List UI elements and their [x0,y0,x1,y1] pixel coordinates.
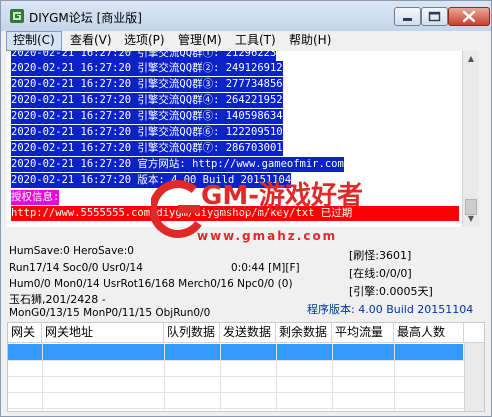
gateway-table[interactable]: 网关 网关地址 队列数据 发送数据 剩余数据 平均流量 最高人数 [7,322,485,412]
menu-manage[interactable]: 管理(M) [172,31,228,51]
status-panel: HumSave:0 HeroSave:0 Run17/14 Soc0/0 Usr… [9,245,485,319]
column-header-max-users[interactable]: 最高人数 [394,323,464,343]
log-line: 2020-02-21 16:27:20 引擎交流QQ群②: 249126912 [11,61,283,76]
column-header-queue[interactable]: 队列数据 [164,323,220,343]
monster-status: 玉石狮,201/2428 - [9,293,106,306]
grid-line [8,376,464,377]
table-header: 网关 网关地址 队列数据 发送数据 剩余数据 平均流量 最高人数 [8,323,484,343]
menu-bar: 控制(C) 查看(V) 选项(P) 管理(M) 工具(T) 帮助(H) [2,31,490,51]
column-header-sent[interactable]: 发送数据 [220,323,276,343]
log-line: 2020-02-21 16:27:20 引擎交流QQ群④: 264221952 [11,93,283,108]
maximize-button[interactable] [421,7,448,26]
scroll-up-icon[interactable]: ▲ [463,51,479,67]
auth-info-line: 授权信息: [11,190,60,205]
log-line: 2020-02-21 16:27:20 引擎交流QQ群①: 21296223 [11,51,277,61]
menu-view[interactable]: 查看(V) [64,31,118,51]
column-header-gateway[interactable]: 网关 [8,323,42,343]
grid-line [42,343,43,411]
uptime-timer: 0:0:44 [M][F] [231,262,300,274]
grid-line [8,408,464,409]
table-scrollbar[interactable] [464,343,484,411]
log-scrollbar[interactable]: ▲ ▼ [462,51,479,227]
grid-line [164,343,165,411]
menu-tools[interactable]: 工具(T) [229,31,282,51]
watermark-subtitle: DIYGM.COM [213,206,285,216]
grid-line [8,360,464,361]
minimize-button[interactable] [394,7,421,26]
scroll-down-icon[interactable]: ▼ [463,211,479,227]
run-status: Run17/14 Soc0/0 Usr0/14 [9,262,143,274]
column-header-address[interactable]: 网关地址 [42,323,164,343]
column-header-remaining[interactable]: 剩余数据 [276,323,332,343]
main-window: DIYGM论坛 [商业版] 控制(C) 查看(V) 选项(P) 管理(M) 工具… [0,0,492,417]
refresh-monster-counter: [刷怪:3601] [349,249,412,262]
log-line: 2020-02-21 16:27:20 引擎交流QQ群⑥: 122209510 [11,125,283,140]
close-icon [462,10,476,23]
window-title: DIYGM论坛 [商业版] [29,11,142,25]
menu-control[interactable]: 控制(C) [6,31,62,51]
close-button[interactable] [448,7,490,26]
grid-line [276,343,277,411]
object-status: Hum0/0 Mon0/14 UsrRot16/168 Merch0/16 Np… [9,278,293,290]
save-status: HumSave:0 HeroSave:0 [9,245,134,257]
log-line: 2020-02-21 16:27:20 引擎交流QQ群⑤: 140598634 [11,109,283,124]
minimize-icon [403,18,412,21]
program-version: 程序版本: 4.00 Build 20151104 [307,303,474,316]
grid-line [332,343,333,411]
title-bar: DIYGM论坛 [商业版] [1,1,491,31]
column-header-avg-traffic[interactable]: 平均流量 [332,323,394,343]
grid-line [8,392,464,393]
menu-options[interactable]: 选项(P) [118,31,171,51]
grid-line [394,343,395,411]
grid-line [220,343,221,411]
engine-uptime: [引擎:0.0005天] [349,285,433,298]
log-line: 2020-02-21 16:27:20 引擎交流QQ群③: 277734856 [11,77,283,92]
maximize-icon [428,11,441,22]
watermark-url: www.gmahz.com [197,229,338,243]
app-icon [10,9,24,23]
log-line: 2020-02-21 16:27:20 引擎交流QQ群⑦: 286703001 [11,141,283,156]
online-counter: [在线:0/0/0] [349,267,412,280]
monster-gen-status: MonG0/13/15 MonP0/11/15 ObjRun0/0 [9,307,211,319]
menu-help[interactable]: 帮助(H) [283,31,337,51]
